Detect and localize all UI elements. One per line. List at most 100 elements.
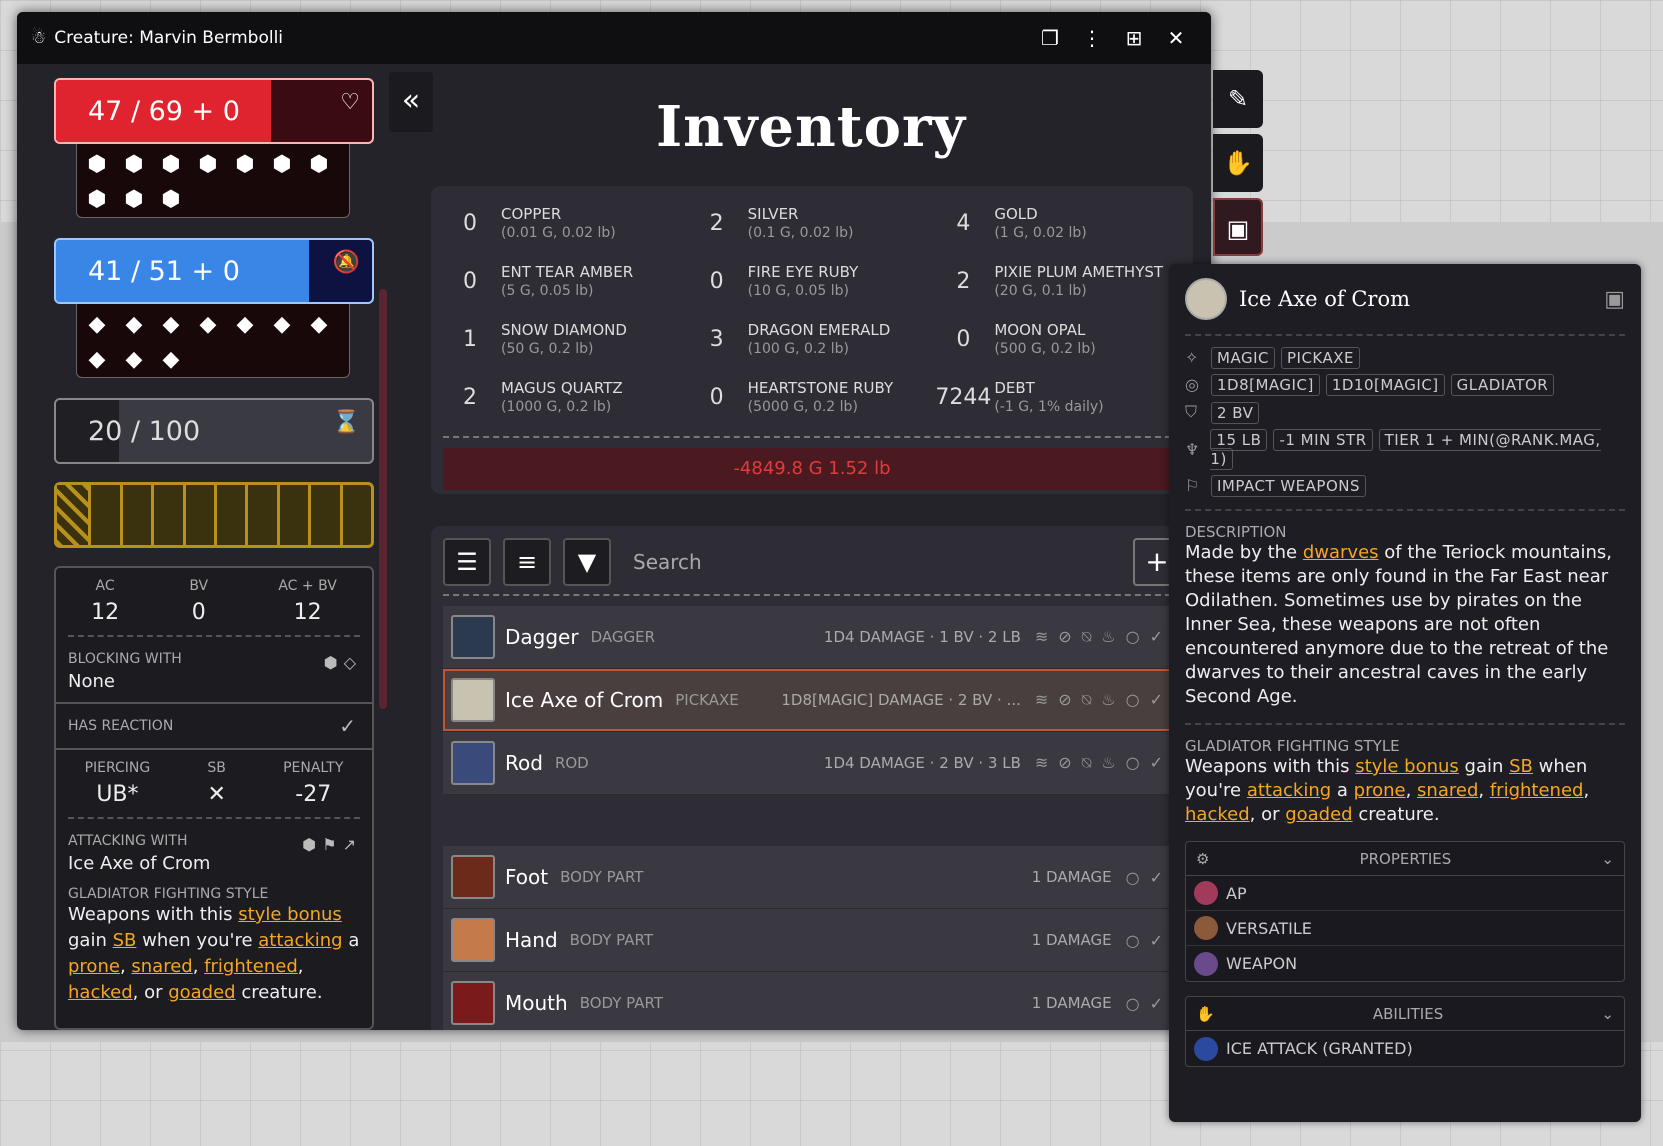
hacked-link[interactable]: hacked <box>1185 804 1250 825</box>
item-row[interactable]: Hand BODY PART 1 DAMAGE ○✓ <box>443 909 1181 972</box>
dice-icon[interactable]: ⬢◇ <box>324 653 362 672</box>
hit-die-icon[interactable]: ⬢ <box>159 187 183 212</box>
more-options-icon[interactable]: ⋮ <box>1071 26 1113 50</box>
tab-inventory[interactable]: ▣ <box>1213 198 1263 256</box>
currency-amount[interactable]: 7244 <box>932 385 994 410</box>
hit-die-icon[interactable]: ⬢ <box>307 152 331 177</box>
currency-item[interactable]: 4 GOLD (1 G, 0.02 lb) <box>932 194 1179 252</box>
sb-link[interactable]: SB <box>1509 756 1533 777</box>
hit-die-icon[interactable]: ⬢ <box>85 187 109 212</box>
mana-die-icon[interactable]: ◆ <box>270 312 294 337</box>
item-row[interactable]: Mouth BODY PART 1 DAMAGE ○✓ <box>443 972 1181 1030</box>
stamina-track[interactable] <box>54 482 374 548</box>
frightened-link[interactable]: frightened <box>204 956 298 977</box>
chest-icon[interactable]: ▣ <box>1604 287 1625 312</box>
currency-amount[interactable]: 0 <box>932 327 994 352</box>
sort-icon[interactable]: ≡ <box>503 538 551 586</box>
settings-sliders-icon[interactable]: ☰ <box>443 538 491 586</box>
hacked-link[interactable]: hacked <box>68 982 133 1003</box>
currency-amount[interactable]: 2 <box>439 385 501 410</box>
currency-item[interactable]: 0 FIRE EYE RUBY (10 G, 0.05 lb) <box>686 252 933 310</box>
currency-amount[interactable]: 2 <box>932 269 994 294</box>
mp-bar[interactable]: 41 / 51 + 0 🔕 <box>54 238 374 304</box>
prone-link[interactable]: prone <box>1354 780 1406 801</box>
property-row[interactable]: WEAPON <box>1186 946 1624 981</box>
item-tag[interactable]: -1 MIN STR <box>1273 429 1373 451</box>
currency-amount[interactable]: 3 <box>686 327 748 352</box>
item-row[interactable]: Rod ROD 1D4 DAMAGE · 2 BV · 3 LB ≋⊘⍉♨○✓ <box>443 732 1181 795</box>
chevron-down-icon[interactable]: ⌄ <box>1601 850 1614 868</box>
item-tag[interactable]: MAGIC <box>1211 347 1275 369</box>
attacking-link[interactable]: attacking <box>258 930 342 951</box>
filter-icon[interactable]: ▼ <box>563 538 611 586</box>
currency-amount[interactable]: 4 <box>932 211 994 236</box>
currency-item[interactable]: 2 PIXIE PLUM AMETHYST (20 G, 0.1 lb) <box>932 252 1179 310</box>
style-bonus-link[interactable]: style bonus <box>1355 756 1459 777</box>
currency-amount[interactable]: 0 <box>686 385 748 410</box>
item-action-icons[interactable]: ≋⊘⍉♨○✓ <box>1035 627 1173 647</box>
heart-icon[interactable]: ♡ <box>340 90 360 115</box>
hit-die-icon[interactable]: ⬢ <box>233 152 257 177</box>
bell-off-icon[interactable]: 🔕 <box>333 250 360 275</box>
currency-amount[interactable]: 0 <box>439 211 501 236</box>
mana-die-icon[interactable]: ◆ <box>159 347 183 372</box>
hit-die-icon[interactable]: ⬢ <box>159 152 183 177</box>
mana-die-icon[interactable]: ◆ <box>159 312 183 337</box>
hp-bar[interactable]: 47 / 69 + 0 ♡ <box>54 78 374 144</box>
frightened-link[interactable]: frightened <box>1490 780 1584 801</box>
item-name[interactable]: Ice Axe of Crom <box>505 688 663 712</box>
prone-link[interactable]: prone <box>68 956 120 977</box>
attacking-with[interactable]: ATTACKING WITH Ice Axe of Crom ⬢⚑↗ <box>56 823 372 884</box>
window-titlebar[interactable]: ☃ Creature: Marvin Bermbolli ❐ ⋮ ⊞ ✕ <box>17 12 1211 64</box>
tab-resources[interactable]: ✋ <box>1213 134 1263 192</box>
property-row[interactable]: VERSATILE <box>1186 911 1624 946</box>
ability-row[interactable]: ICE ATTACK (GRANTED) <box>1186 1031 1624 1066</box>
item-name[interactable]: Mouth <box>505 991 568 1015</box>
currency-item[interactable]: 1 SNOW DIAMOND (50 G, 0.2 lb) <box>439 310 686 368</box>
style-bonus-link[interactable]: style bonus <box>238 904 342 925</box>
item-tag[interactable]: GLADIATOR <box>1450 374 1555 396</box>
left-scrollbar[interactable] <box>377 64 387 1030</box>
currency-amount[interactable]: 0 <box>439 269 501 294</box>
snared-link[interactable]: snared <box>1417 780 1478 801</box>
has-reaction[interactable]: HAS REACTION ✓ <box>56 702 372 748</box>
mana-die-icon[interactable]: ◆ <box>85 347 109 372</box>
attacking-link[interactable]: attacking <box>1247 780 1331 801</box>
currency-amount[interactable]: 1 <box>439 327 501 352</box>
dwarves-link[interactable]: dwarves <box>1303 542 1379 563</box>
item-action-icons[interactable]: ≋⊘⍉♨○✓ <box>1035 690 1173 710</box>
hourglass-icon[interactable]: ⌛ <box>333 410 360 435</box>
mana-die-icon[interactable]: ◆ <box>85 312 109 337</box>
currency-item[interactable]: 0 ENT TEAR AMBER (5 G, 0.05 lb) <box>439 252 686 310</box>
item-action-icons[interactable]: ○✓ <box>1126 868 1173 887</box>
item-name[interactable]: Hand <box>505 928 558 952</box>
currency-amount[interactable]: 0 <box>686 269 748 294</box>
item-tag[interactable]: 1D8[MAGIC] <box>1211 374 1320 396</box>
close-icon[interactable]: ✕ <box>1155 26 1197 50</box>
snared-link[interactable]: snared <box>131 956 192 977</box>
search-input[interactable]: Search <box>623 538 1133 586</box>
check-icon[interactable]: ✓ <box>339 714 362 738</box>
hit-die-icon[interactable]: ⬢ <box>122 152 146 177</box>
item-tag[interactable]: 2 BV <box>1211 401 1260 424</box>
currency-item[interactable]: 0 HEARTSTONE RUBY (5000 G, 0.2 lb) <box>686 368 933 426</box>
mana-die-icon[interactable]: ◆ <box>307 312 331 337</box>
item-name[interactable]: Foot <box>505 865 548 889</box>
properties-header[interactable]: ⚙ PROPERTIES ⌄ <box>1186 842 1624 876</box>
goaded-link[interactable]: goaded <box>168 982 235 1003</box>
sb-link[interactable]: SB <box>113 930 137 951</box>
popout-icon[interactable]: ❐ <box>1029 26 1071 50</box>
item-tag[interactable]: PICKAXE <box>1280 347 1360 369</box>
item-action-icons[interactable]: ≋⊘⍉♨○✓ <box>1035 753 1173 773</box>
mana-die-icon[interactable]: ◆ <box>196 312 220 337</box>
item-name[interactable]: Rod <box>505 751 543 775</box>
currency-amount[interactable]: 2 <box>686 211 748 236</box>
item-row[interactable]: Foot BODY PART 1 DAMAGE ○✓ <box>443 846 1181 909</box>
mana-die-icon[interactable]: ◆ <box>122 347 146 372</box>
currency-item[interactable]: 0 MOON OPAL (500 G, 0.2 lb) <box>932 310 1179 368</box>
item-row[interactable]: Ice Axe of Crom PICKAXE 1D8[MAGIC] DAMAGE … <box>443 669 1181 732</box>
mana-die-icon[interactable]: ◆ <box>122 312 146 337</box>
item-tag[interactable]: IMPACT WEAPONS <box>1211 475 1367 497</box>
blocking-with[interactable]: BLOCKING WITH None ⬢◇ <box>56 641 372 702</box>
globe-icon[interactable]: ⊞ <box>1113 26 1155 50</box>
